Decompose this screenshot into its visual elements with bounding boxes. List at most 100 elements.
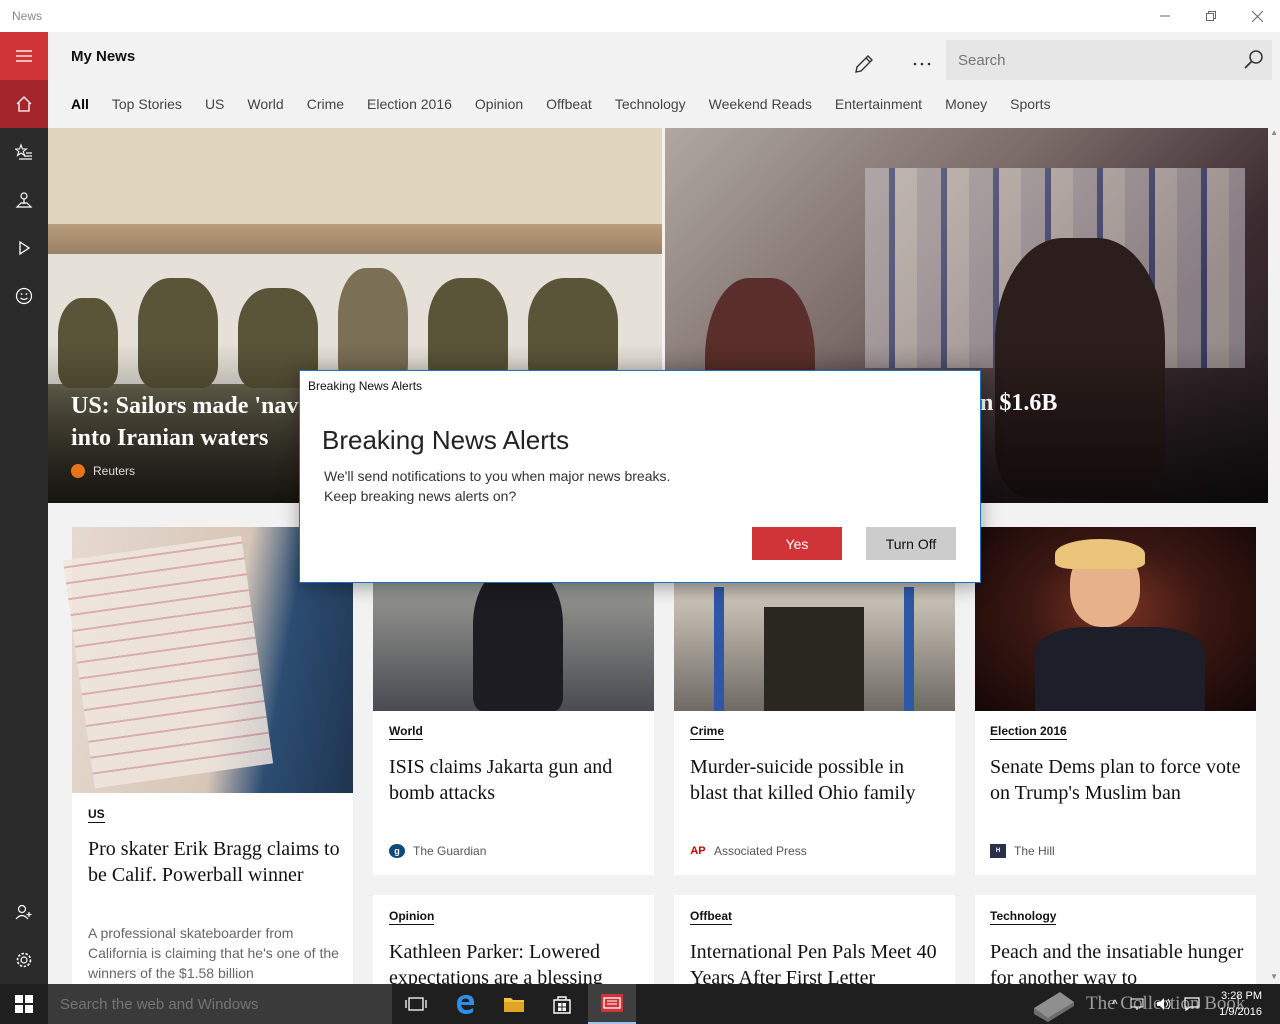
system-tray: ^ [1112,984,1200,1024]
card-title: Senate Dems plan to force vote on Trump'… [990,756,1241,804]
card-source-name: Associated Press [714,844,807,858]
scroll-down-arrow[interactable]: ▼ [1270,972,1278,981]
taskbar-file-explorer[interactable] [490,984,538,1024]
tab-world[interactable]: World [247,96,283,112]
volume-icon[interactable] [1156,997,1172,1011]
rail-local[interactable] [0,176,48,224]
page-title: My News [71,48,136,65]
tab-offbeat[interactable]: Offbeat [546,96,592,112]
taskbar-news[interactable] [588,984,636,1024]
the-hill-logo-icon: H [990,844,1006,858]
edge-browser-icon [457,995,475,1014]
tab-sports[interactable]: Sports [1010,96,1050,112]
tab-us[interactable]: US [205,96,224,112]
taskbar-edge[interactable] [442,984,490,1024]
thumbnail-pole [714,587,724,711]
dialog-title: Breaking News Alerts [322,425,570,455]
taskbar-search-input[interactable] [48,984,388,1024]
category-tabs: All Top Stories US World Crime Election 2016 O… [71,96,1074,112]
window-title: News [12,9,43,23]
card-title: Murder-suicide possible in blast that ki… [690,756,916,804]
dialog-message-line: Keep breaking news alerts on? [324,488,517,504]
card-category[interactable]: Election 2016 [990,724,1067,740]
tab-all[interactable]: All [71,96,89,112]
scroll-up-arrow[interactable]: ▲ [1270,128,1278,137]
news-card[interactable]: Opinion Kathleen Parker: Lowered expecta… [373,895,654,984]
tab-weekend-reads[interactable]: Weekend Reads [709,96,812,112]
card-category[interactable]: Offbeat [690,909,732,925]
more-dots-icon [913,62,931,66]
task-view-icon [405,997,427,1011]
rail-account[interactable] [0,888,48,936]
news-card[interactable]: Technology Peach and the insatiable hung… [975,895,1256,984]
edit-button[interactable] [844,44,884,84]
restore-icon [1206,11,1216,21]
card-description: A professional skateboarder from Califor… [88,925,339,981]
reuters-logo-icon [71,464,85,478]
search-icon[interactable] [1242,48,1266,72]
more-options-button[interactable] [902,44,942,84]
rail-feedback[interactable] [0,272,48,320]
clock-date: 1/9/2016 [1219,1006,1262,1018]
news-card[interactable]: Offbeat International Pen Pals Meet 40 Y… [674,895,955,984]
hamburger-icon [16,50,32,62]
network-icon[interactable] [1130,998,1144,1010]
taskbar-store[interactable] [538,984,586,1024]
tab-entertainment[interactable]: Entertainment [835,96,922,112]
smiley-icon [15,287,33,305]
tab-money[interactable]: Money [945,96,987,112]
tab-opinion[interactable]: Opinion [475,96,523,112]
dialog-caption: Breaking News Alerts [308,379,423,393]
thumbnail-suit [1035,627,1205,711]
minimize-button[interactable] [1142,0,1188,32]
card-category[interactable]: Technology [990,909,1057,925]
hamburger-menu-button[interactable] [0,32,48,80]
taskbar-search [48,984,392,1024]
yes-button[interactable]: Yes [752,527,842,560]
star-list-icon [15,143,32,160]
tab-technology[interactable]: Technology [615,96,686,112]
card-title: ISIS claims Jakarta gun and bomb attacks [389,756,613,804]
nav-rail [0,32,48,984]
card-category[interactable]: World [389,724,423,740]
tab-top-stories[interactable]: Top Stories [112,96,182,112]
news-card[interactable]: US Pro skater Erik Bragg claims to be Ca… [62,527,353,984]
start-button[interactable] [0,984,48,1024]
card-source: g The Guardian [389,844,486,858]
pencil-icon [855,55,873,73]
restore-button[interactable] [1188,0,1234,32]
tab-election-2016[interactable]: Election 2016 [367,96,452,112]
rail-settings[interactable] [0,936,48,984]
card-source: H The Hill [990,844,1055,858]
taskbar-clock[interactable]: 3:28 PM 1/9/2016 [1219,988,1262,1020]
notifications-icon[interactable] [1184,997,1200,1011]
rail-videos[interactable] [0,224,48,272]
clock-time: 3:28 PM [1221,990,1262,1002]
card-category[interactable]: Crime [690,724,725,740]
search-input[interactable] [946,40,1226,80]
card-source-name: The Hill [1014,844,1055,858]
hero-source-name: Reuters [93,464,136,478]
rail-interests[interactable] [0,128,48,176]
book-logo-icon [1034,992,1074,1022]
windows-logo-icon [15,995,33,1013]
app-header: My News All Top Stories US World Crime Electi… [48,32,1280,128]
close-button[interactable] [1234,0,1280,32]
turn-off-button[interactable]: Turn Off [866,527,956,560]
rail-home[interactable] [0,80,48,128]
thumbnail-doorway [764,607,864,711]
add-person-icon [15,904,32,920]
store-bag-icon [553,996,571,1014]
card-category[interactable]: Opinion [389,909,435,925]
news-app-icon [601,994,623,1012]
title-bar: News [0,0,1280,32]
ticket-image [62,535,274,789]
breaking-news-dialog: Breaking News Alerts Breaking News Alert… [299,370,981,583]
tab-crime[interactable]: Crime [307,96,344,112]
task-view-button[interactable] [392,984,440,1024]
card-title: Pro skater Erik Bragg claims to be Calif… [88,838,340,886]
card-category[interactable]: US [88,807,105,823]
news-card[interactable]: Election 2016 Senate Dems plan to force … [975,527,1256,875]
thumbnail-hair [1055,539,1145,569]
show-hidden-icons-icon[interactable]: ^ [1112,997,1118,1011]
